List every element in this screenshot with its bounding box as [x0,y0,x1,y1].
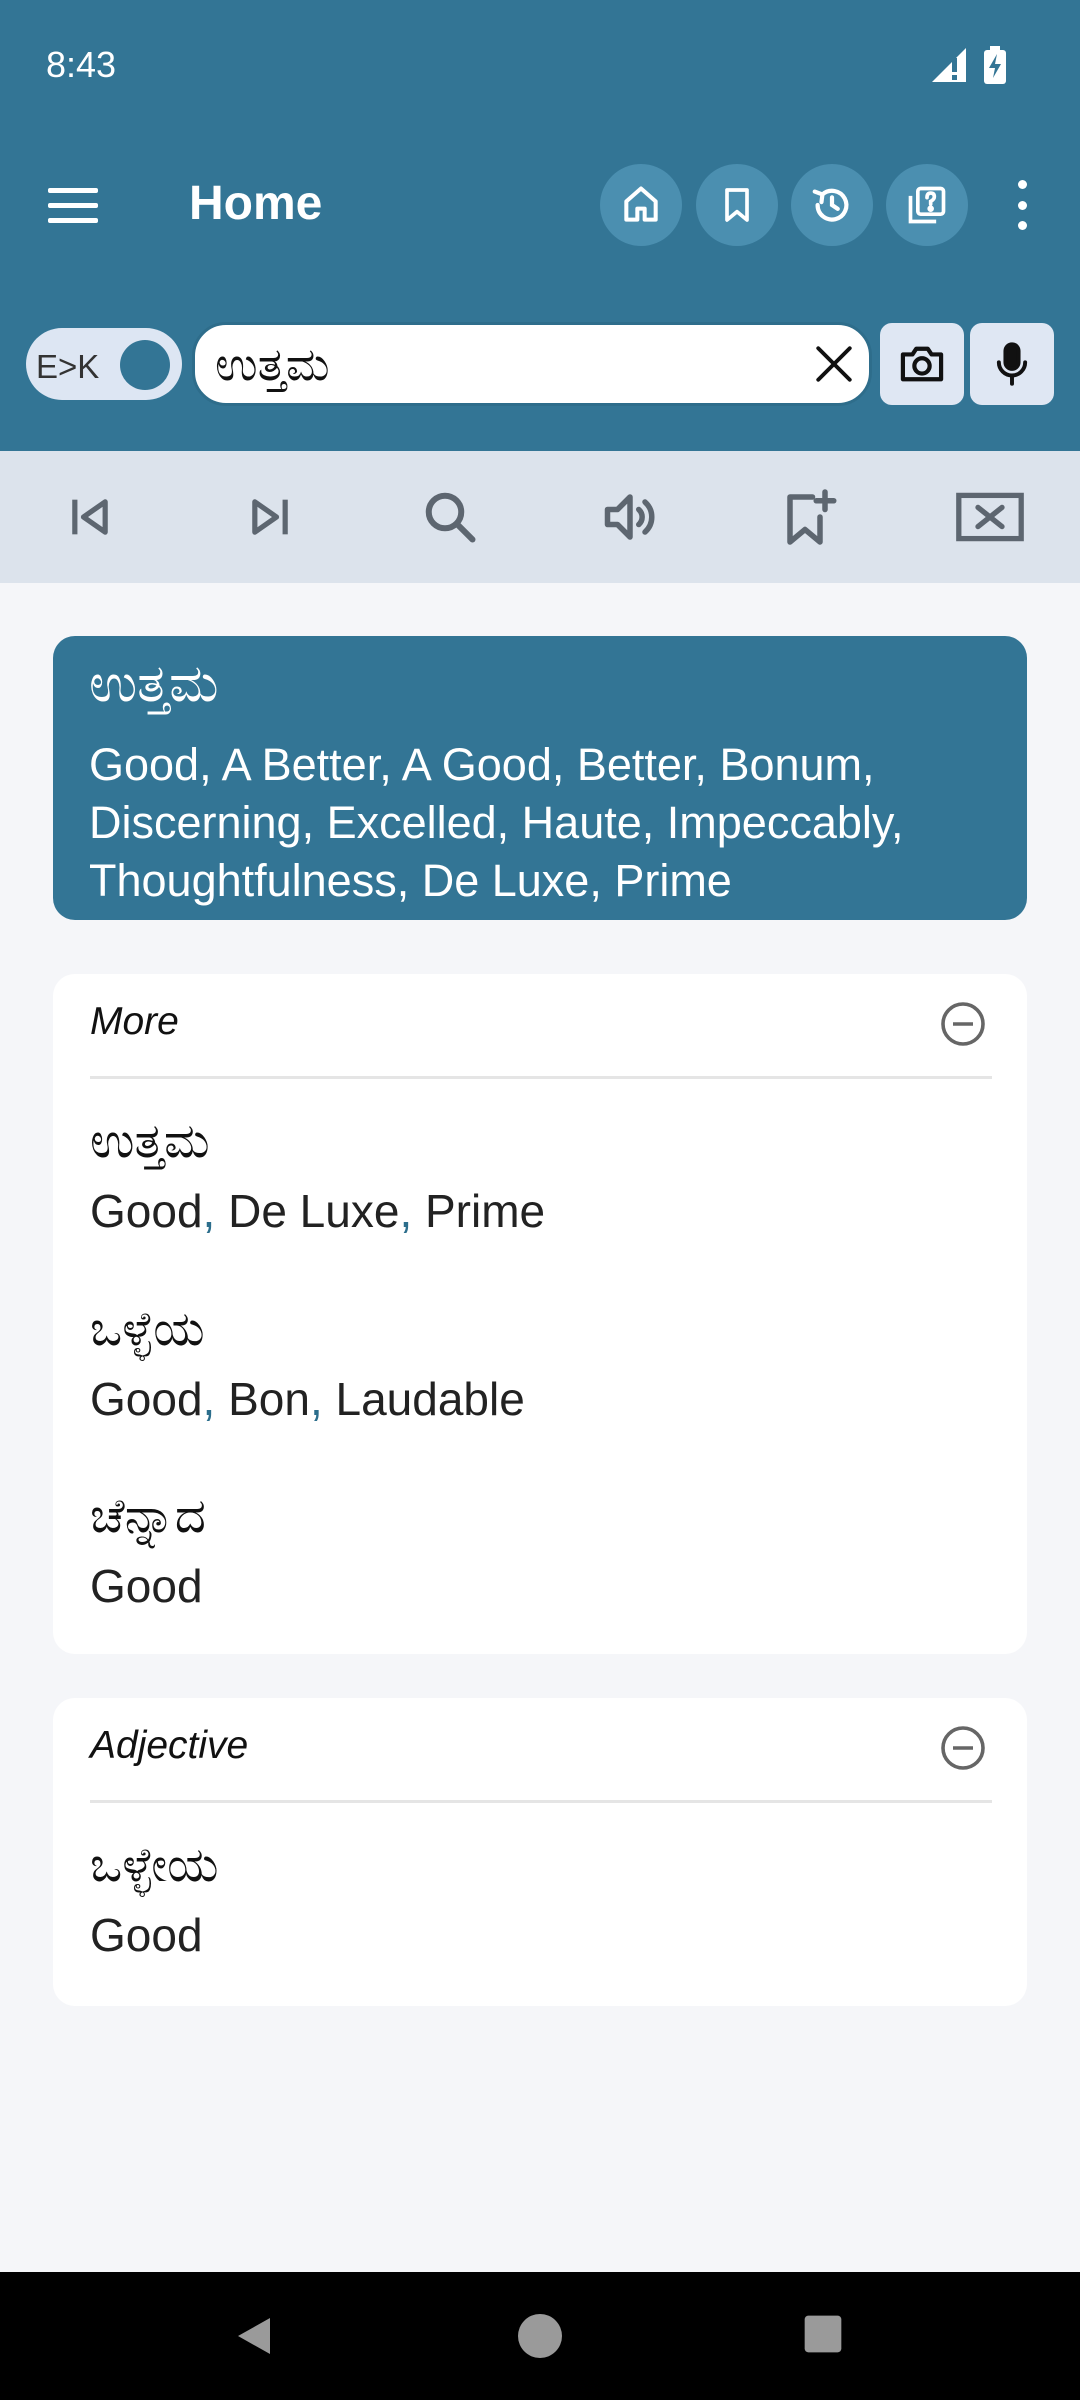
clear-icon[interactable] [813,343,855,385]
section-adjective-card: Adjective ಒಳ್ಳೇಯ Good [53,1698,1027,2006]
more-options-button[interactable] [1000,180,1044,230]
result-word: ಉತ್ತಮ [89,655,219,713]
menu-button[interactable] [48,188,98,228]
close-result-button[interactable] [945,473,1035,561]
search-box[interactable]: ಉತ್ತಮ [192,322,872,406]
collapse-icon[interactable] [939,1724,987,1772]
bookmark-icon [725,188,749,222]
entry-translations: Good [90,1560,203,1612]
bookmarks-button[interactable] [696,164,778,246]
toggle-knob [120,340,170,390]
volume-icon [604,494,655,540]
signal-icon [932,48,966,82]
section-heading: Adjective [90,1724,249,1767]
quiz-button[interactable] [886,164,968,246]
word-toolbar [0,451,1080,583]
section-divider [90,1076,992,1079]
quiz-icon [908,186,946,224]
direction-toggle[interactable]: E>K [26,328,182,400]
section-heading: More [90,1000,179,1043]
status-time: 8:43 [46,44,117,85]
back-icon[interactable] [230,2312,278,2360]
camera-icon [900,346,944,382]
result-translations: Good, A Better, A Good, Better, Bonum, D… [89,739,904,906]
list-item[interactable]: ಒಳ್ಳೇಯ Good [90,1836,219,1964]
mic-icon [996,342,1028,386]
home-button[interactable] [600,164,682,246]
next-word-button[interactable] [225,473,315,561]
section-divider [90,1800,992,1803]
skip-previous-icon [72,499,108,535]
entry-translations: Good [90,1909,203,1961]
close-box-icon [956,492,1024,542]
mic-button[interactable] [970,323,1054,405]
direction-label: E>K [36,348,100,385]
entry-word: ಒಳ್ಳೆಯ [90,1303,205,1356]
speak-button[interactable] [585,473,675,561]
more-vert-icon [1017,180,1027,189]
bookmark-add-icon [787,489,837,545]
search-button[interactable] [405,473,495,561]
entry-translations: Good, De Luxe, Prime [90,1185,546,1237]
battery-charging-icon [984,46,1006,84]
list-item[interactable]: ಒಳ್ಳೆಯ Good, Bon, Laudable [90,1300,525,1428]
previous-word-button[interactable] [45,473,135,561]
camera-button[interactable] [880,323,964,405]
list-item[interactable]: ಚೆನ್ನಾದ Good [90,1487,206,1615]
skip-next-icon [252,499,288,535]
entry-word: ಒಳ್ಳೇಯ [90,1839,219,1892]
history-button[interactable] [791,164,873,246]
home-icon [624,186,658,222]
search-icon [425,492,476,543]
entry-translations: Good, Bon, Laudable [90,1373,525,1425]
entry-word: ಚೆನ್ನಾದ [90,1490,206,1543]
entry-word: ಉತ್ತಮ [90,1115,210,1168]
history-icon [812,188,849,222]
add-bookmark-button[interactable] [765,473,855,561]
main-result-card: ಉತ್ತಮ Good, A Better, A Good, Better, Bo… [53,636,1027,920]
navigation-bar [0,2272,1080,2400]
status-bar: 8:43 [0,0,1080,130]
search-input[interactable]: ಉತ್ತಮ [215,337,330,393]
page-title: Home [189,177,323,230]
list-item[interactable]: ಉತ್ತಮ Good, De Luxe, Prime [90,1112,545,1240]
collapse-icon[interactable] [939,1000,987,1048]
recents-icon[interactable] [801,2312,845,2356]
section-more-card: More ಉತ್ತಮ Good, De Luxe, Prime ಒಳ್ಳೆಯ G… [53,974,1027,1654]
home-nav-icon[interactable] [516,2312,564,2360]
